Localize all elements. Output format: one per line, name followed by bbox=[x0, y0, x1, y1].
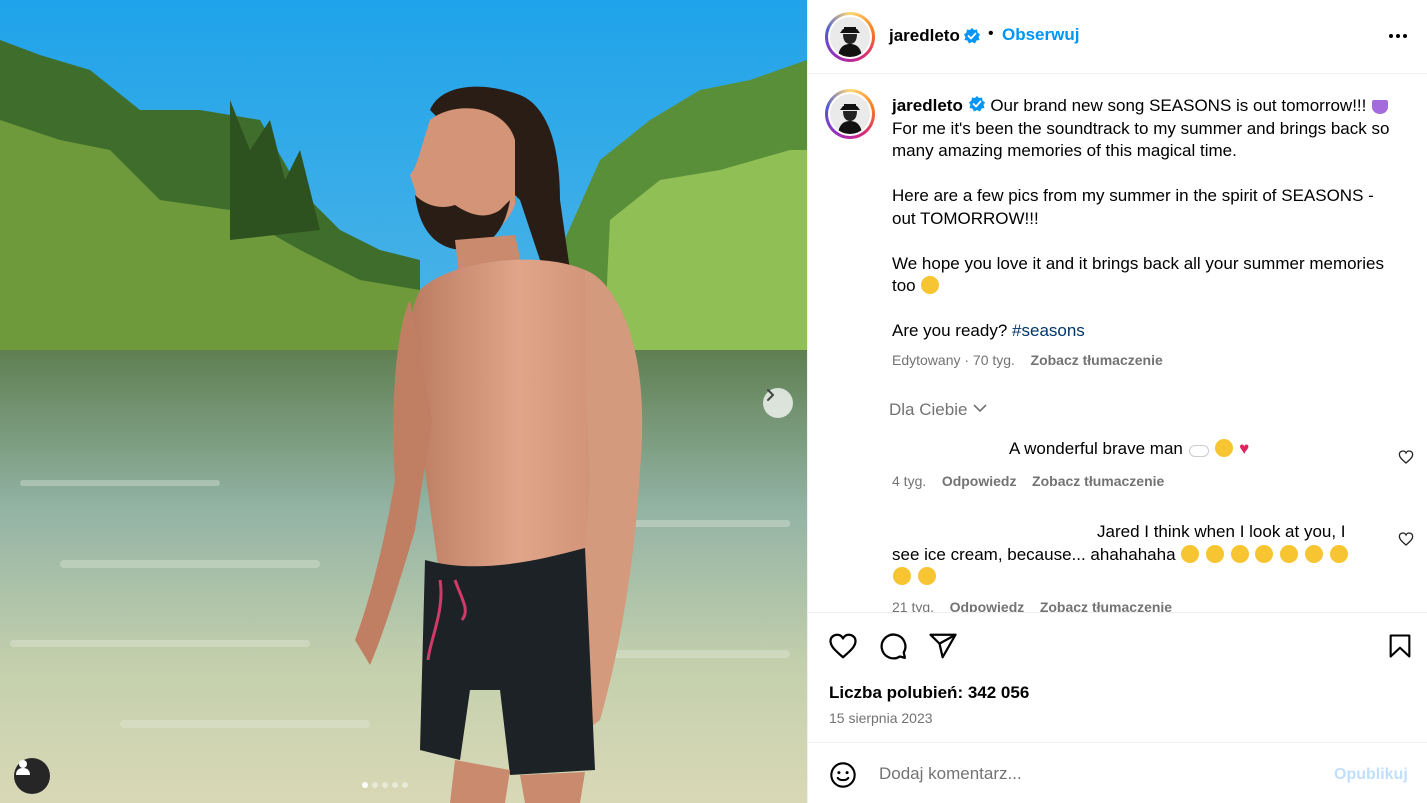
comment-text: A wonderful brave man bbox=[1009, 439, 1183, 458]
comment-meta: 21 tyg. Odpowiedz Zobacz tłumaczenie bbox=[892, 599, 1172, 612]
caption-line-1: Our brand new song SEASONS is out tomorr… bbox=[990, 96, 1367, 115]
comment-sort-dropdown[interactable]: Dla Ciebie bbox=[889, 400, 988, 420]
post-date[interactable]: 15 sierpnia 2023 bbox=[829, 710, 933, 726]
caption-avatar[interactable] bbox=[825, 89, 875, 139]
comment-like-heart-icon[interactable] bbox=[1398, 531, 1414, 547]
comment-text: Jared I think when I look at you, I see … bbox=[892, 522, 1346, 564]
post-photo[interactable] bbox=[0, 0, 807, 803]
author-username[interactable]: jaredleto bbox=[889, 26, 960, 46]
comment-icon[interactable] bbox=[878, 631, 908, 661]
face-emoji-icon bbox=[1230, 544, 1249, 563]
caption-edited-time: Edytowany · 70 tyg. bbox=[892, 351, 1015, 368]
carousel-next-button[interactable] bbox=[763, 388, 793, 418]
comment-reply-link[interactable]: Odpowiedz bbox=[950, 599, 1025, 612]
verified-icon bbox=[968, 96, 985, 112]
comments-section[interactable]: jaredleto Our brand new song SEASONS is … bbox=[808, 75, 1427, 612]
face-emoji-icon bbox=[893, 567, 911, 585]
face-emoji-icon bbox=[917, 567, 936, 585]
red-heart-emoji-icon: ♥ bbox=[1239, 439, 1250, 458]
caption-line-2: For me it's been the soundtrack to my su… bbox=[892, 118, 1390, 161]
smiling-hearts-emoji-icon bbox=[921, 276, 940, 294]
winking-face-emoji-icon bbox=[1215, 439, 1234, 457]
photo-illustration bbox=[0, 0, 807, 803]
chevron-down-icon bbox=[973, 404, 987, 413]
avatar-image bbox=[830, 17, 870, 57]
share-icon[interactable] bbox=[928, 631, 958, 661]
caption-paragraph-4: Are you ready? bbox=[892, 321, 1008, 340]
post-actions: Liczba polubień: 342 056 15 sierpnia 202… bbox=[808, 612, 1427, 742]
emoji-icon[interactable] bbox=[829, 761, 857, 789]
post-header: jaredleto • Obserwuj bbox=[808, 0, 1427, 74]
face-emoji-icon bbox=[1255, 544, 1274, 563]
caption-username[interactable]: jaredleto bbox=[892, 96, 963, 115]
face-emoji-icon bbox=[1329, 544, 1348, 563]
carousel-indicator bbox=[362, 782, 408, 788]
more-icon[interactable] bbox=[1386, 24, 1410, 48]
hashtag-link[interactable]: #seasons bbox=[1012, 321, 1085, 340]
user-tag-button[interactable] bbox=[14, 758, 50, 794]
comment-translate-link[interactable]: Zobacz tłumaczenie bbox=[1040, 599, 1172, 612]
carousel-dot bbox=[392, 782, 398, 788]
comment-item: A wonderful brave man ♥ bbox=[1009, 439, 1249, 459]
post-side-panel: jaredleto • Obserwuj jaredleto Our brand… bbox=[807, 0, 1427, 803]
bookmark-icon[interactable] bbox=[1386, 631, 1414, 661]
add-comment-bar: Opublikuj bbox=[808, 742, 1427, 803]
heart-icon[interactable] bbox=[828, 631, 858, 661]
separator-bullet: • bbox=[988, 25, 994, 42]
verified-icon bbox=[964, 28, 980, 44]
post-comment-button[interactable]: Opublikuj bbox=[1334, 766, 1408, 784]
author-avatar[interactable] bbox=[825, 12, 875, 62]
avatar-image bbox=[830, 94, 870, 134]
like-count[interactable]: Liczba polubień: 342 056 bbox=[829, 683, 1029, 703]
post-caption: jaredleto Our brand new song SEASONS is … bbox=[892, 95, 1392, 371]
purple-heart-emoji-icon bbox=[1372, 100, 1389, 114]
comment-time: 21 tyg. bbox=[892, 599, 935, 612]
comment-sort-label: Dla Ciebie bbox=[889, 400, 968, 419]
caption-paragraph-3: We hope you love it and it brings back a… bbox=[892, 253, 1384, 296]
comment-like-heart-icon[interactable] bbox=[1398, 449, 1414, 465]
comment-translate-link[interactable]: Zobacz tłumaczenie bbox=[1032, 473, 1164, 489]
face-emoji-icon bbox=[1280, 544, 1299, 563]
follow-button[interactable]: Obserwuj bbox=[1002, 25, 1079, 45]
caption-paragraph-2: Here are a few pics from my summer in th… bbox=[892, 186, 1374, 228]
carousel-dot bbox=[402, 782, 408, 788]
caption-translate-link[interactable]: Zobacz tłumaczenie bbox=[1031, 352, 1163, 368]
chevron-right-icon bbox=[767, 389, 774, 401]
carousel-dot bbox=[372, 782, 378, 788]
comment-meta: 4 tyg. Odpowiedz Zobacz tłumaczenie bbox=[892, 473, 1164, 489]
face-emoji-icon bbox=[1206, 544, 1224, 563]
user-tag-icon bbox=[16, 760, 30, 775]
comment-input[interactable] bbox=[879, 759, 1299, 789]
eyes-emoji-icon bbox=[1188, 445, 1209, 457]
carousel-dot bbox=[362, 782, 368, 788]
carousel-dot bbox=[382, 782, 388, 788]
comment-item: Jared I think when I look at you, I see … bbox=[892, 521, 1362, 589]
comment-reply-link[interactable]: Odpowiedz bbox=[942, 473, 1017, 489]
face-emoji-icon bbox=[1304, 544, 1323, 563]
comment-time: 4 tyg. bbox=[892, 473, 927, 489]
face-emoji-icon bbox=[1181, 544, 1200, 563]
